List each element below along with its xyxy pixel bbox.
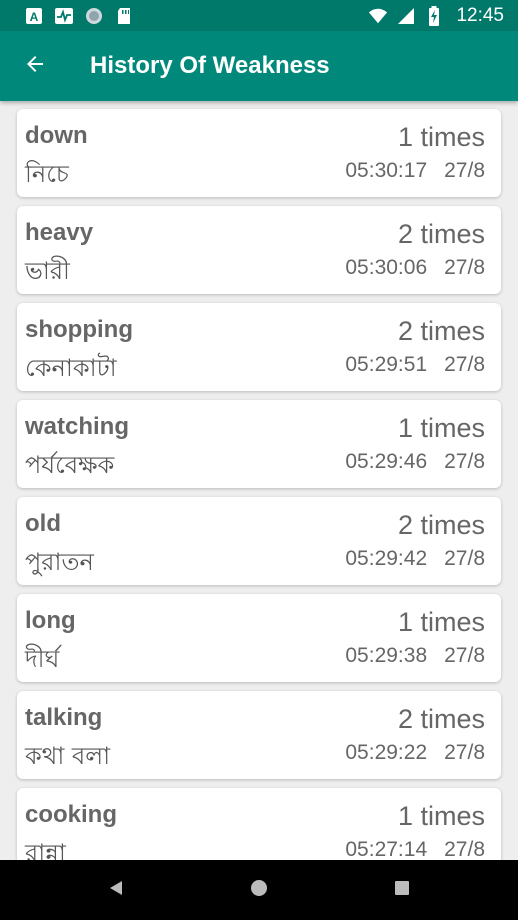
time-text: 05:29:38 [345,644,428,667]
time-text: 05:30:17 [345,159,428,182]
count-text: 2 times [397,219,485,249]
system-nav-bar [0,860,518,920]
sd-card-icon [114,7,134,25]
history-card[interactable]: cooking রান্না 1 times 05:27:14 27/8 [17,788,501,860]
meaning-text: নিচে [25,160,69,188]
date-text: 27/8 [444,644,485,667]
count-text: 2 times [397,510,485,540]
history-card[interactable]: old পুরাতন 2 times 05:29:42 27/8 [17,497,501,585]
page-title: History Of Weakness [90,52,330,79]
meaning-text: পর্যবেক্ষক [25,451,115,479]
date-text: 27/8 [444,741,485,764]
word-text: shopping [25,316,133,343]
meaning-text: কেনাকাটা [25,354,117,382]
recents-square-icon [394,880,410,900]
status-left-icons: A [24,7,134,25]
time-text: 05:29:46 [345,450,428,473]
word-text: talking [25,704,103,731]
status-time: 12:45 [456,4,504,26]
date-text: 27/8 [444,256,485,279]
timestamp: 05:30:06 27/8 [345,256,485,280]
date-text: 27/8 [444,450,485,473]
count-text: 2 times [397,316,485,346]
a-notification-icon: A [24,7,44,25]
date-text: 27/8 [444,159,485,182]
home-circle-icon [250,879,268,901]
history-card[interactable]: long দীর্ঘ 1 times 05:29:38 27/8 [17,594,501,682]
time-text: 05:29:51 [345,353,428,376]
timestamp: 05:29:42 27/8 [345,547,485,571]
word-text: heavy [25,219,94,246]
nav-recents-button[interactable] [377,865,427,915]
count-text: 2 times [397,704,485,734]
back-button[interactable] [0,31,70,101]
word-text: down [25,122,88,149]
count-text: 1 times [397,801,485,831]
app-bar: History Of Weakness [0,31,518,101]
status-right-icons: 12:45 [368,5,504,27]
word-text: watching [25,413,130,440]
word-text: long [25,607,76,634]
timestamp: 05:29:51 27/8 [345,353,485,377]
count-text: 1 times [397,413,485,443]
history-card[interactable]: talking কথা বলা 2 times 05:29:22 27/8 [17,691,501,779]
history-card[interactable]: watching পর্যবেক্ষক 1 times 05:29:46 27/8 [17,400,501,488]
nav-home-button[interactable] [234,865,284,915]
history-card[interactable]: down নিচে 1 times 05:30:17 27/8 [17,109,501,197]
cell-signal-icon [396,7,416,25]
meaning-text: দীর্ঘ [25,645,60,673]
back-triangle-icon [107,879,125,901]
dots-circle-icon [84,7,104,25]
meaning-text: পুরাতন [25,548,94,576]
timestamp: 05:30:17 27/8 [345,159,485,183]
date-text: 27/8 [444,838,485,860]
time-text: 05:29:22 [345,741,428,764]
pulse-icon [54,7,74,25]
count-text: 1 times [397,122,485,152]
meaning-text: কথা বলা [25,742,111,770]
timestamp: 05:29:46 27/8 [345,450,485,474]
timestamp: 05:29:38 27/8 [345,644,485,668]
date-text: 27/8 [444,353,485,376]
history-card[interactable]: shopping কেনাকাটা 2 times 05:29:51 27/8 [17,303,501,391]
meaning-text: রান্না [25,839,66,860]
time-text: 05:30:06 [345,256,428,279]
word-text: old [25,510,61,537]
time-text: 05:29:42 [345,547,428,570]
word-text: cooking [25,801,118,828]
wifi-icon [368,7,388,25]
arrow-left-icon [23,52,47,80]
timestamp: 05:29:22 27/8 [345,741,485,765]
history-list[interactable]: down নিচে 1 times 05:30:17 27/8 heavy ভার… [0,101,518,860]
count-text: 1 times [397,607,485,637]
time-text: 05:27:14 [345,838,428,860]
history-card[interactable]: heavy ভারী 2 times 05:30:06 27/8 [17,206,501,294]
nav-back-button[interactable] [91,865,141,915]
date-text: 27/8 [444,547,485,570]
meaning-text: ভারী [25,257,70,285]
status-bar: A 12:45 [0,0,518,31]
svg-text:A: A [30,10,39,24]
timestamp: 05:27:14 27/8 [345,838,485,860]
battery-charging-icon [424,5,444,26]
